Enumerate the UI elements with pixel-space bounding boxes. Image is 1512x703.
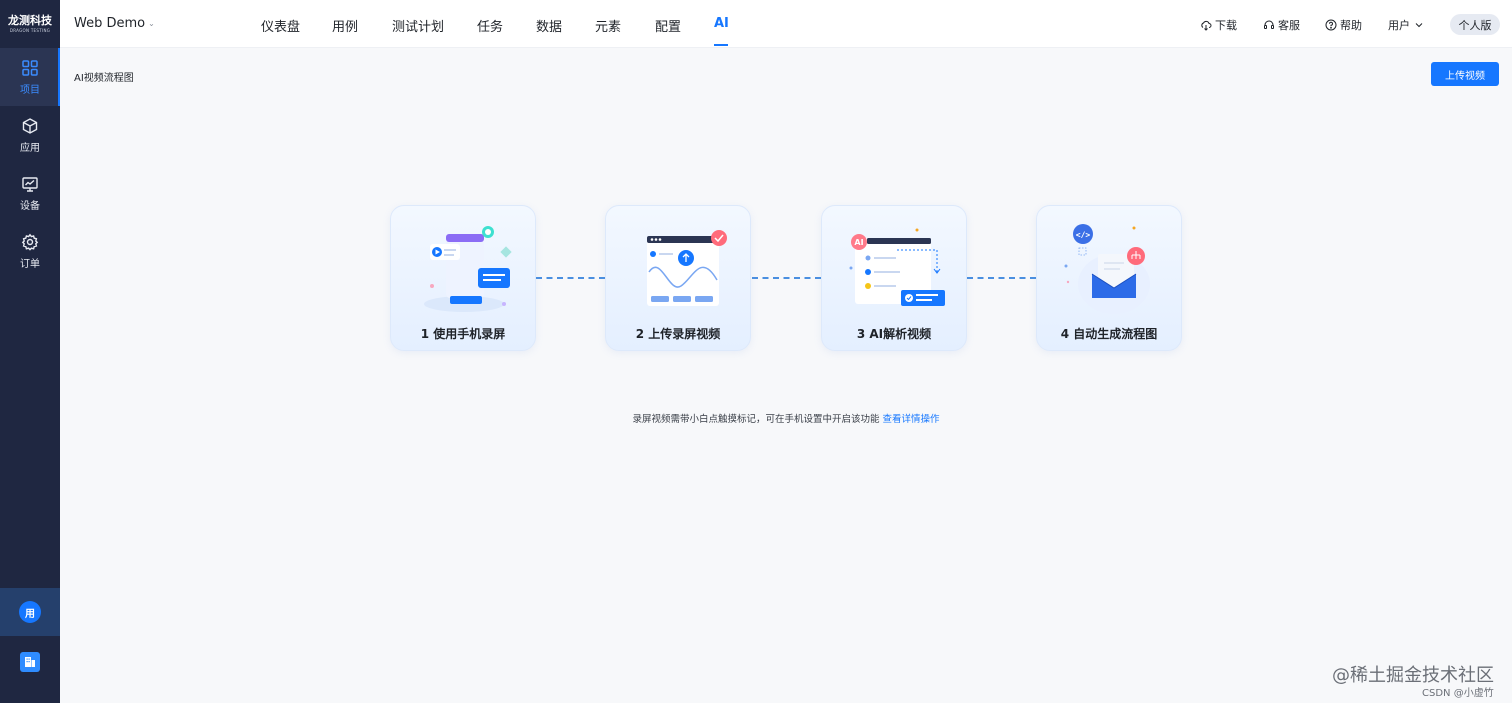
hint-text: 录屏视频需带小白点触摸标记，可在手机设置中开启该功能	[632, 414, 883, 425]
monitor-icon	[22, 176, 38, 192]
download-link[interactable]: 下载	[1200, 17, 1237, 33]
user-dropdown[interactable]: 用户	[1388, 17, 1425, 33]
sidebar: 龙测科技 DRAGON TESTING 项目 应用 设备 订单 用	[0, 0, 60, 703]
cube-icon	[22, 117, 38, 134]
svg-text:</>: </>	[1076, 231, 1091, 240]
sidebar-item-device[interactable]: 设备	[0, 164, 60, 222]
sidebar-item-label: 项目	[20, 84, 40, 96]
page-title: AI视频流程图	[74, 73, 134, 84]
flowchart-generation-illustration: </>	[1064, 224, 1150, 314]
help-label: 帮助	[1340, 19, 1362, 32]
project-name: Web Demo	[74, 16, 146, 31]
step-label: 1 使用手机录屏	[420, 327, 506, 341]
tab-test-plan[interactable]: 测试计划	[392, 16, 444, 35]
help-link[interactable]: 帮助	[1325, 17, 1362, 33]
gear-icon	[21, 233, 39, 251]
upload-video-illustration	[647, 230, 727, 306]
download-label: 下载	[1215, 19, 1237, 32]
step-label: 2 上传录屏视频	[635, 327, 721, 341]
step-label: 3 AI解析视频	[856, 327, 932, 341]
upload-video-button[interactable]: 上传视频	[1431, 62, 1499, 86]
tab-config[interactable]: 配置	[655, 16, 681, 35]
step-connector	[967, 277, 1036, 279]
active-tab-indicator	[714, 44, 728, 46]
step-card-analyze: AI 3 AI解析视频	[821, 205, 967, 351]
user-menu[interactable]: 用	[0, 588, 60, 636]
logo[interactable]: 龙测科技 DRAGON TESTING	[0, 0, 60, 48]
step-label: 4 自动生成流程图	[1060, 327, 1158, 341]
edition-badge[interactable]: 个人版	[1450, 14, 1500, 35]
sidebar-item-order[interactable]: 订单	[0, 222, 60, 280]
ai-analysis-illustration: AI	[849, 228, 945, 306]
tab-ai[interactable]: AI	[714, 16, 729, 31]
project-selector[interactable]: Web Demo ⌄	[74, 16, 155, 31]
step-connector	[752, 277, 821, 279]
headset-icon	[1264, 20, 1274, 29]
top-header: Web Demo ⌄ 仪表盘 用例 测试计划 任务 数据 元素 配置 AI 下载…	[60, 0, 1512, 48]
watermark-sub: CSDN @小虚竹	[1422, 688, 1494, 699]
sidebar-item-project[interactable]: 项目	[0, 48, 60, 106]
logo-text: 龙测科技	[8, 14, 52, 27]
tab-cases[interactable]: 用例	[332, 16, 358, 35]
sidebar-item-label: 应用	[20, 142, 40, 154]
sidebar-item-label: 订单	[20, 258, 40, 270]
tab-tasks[interactable]: 任务	[477, 16, 503, 35]
cloud-download-icon	[1201, 20, 1212, 31]
step-connector	[536, 277, 605, 279]
grid-icon	[22, 59, 38, 76]
user-label: 用户	[1388, 19, 1410, 32]
building-icon	[20, 652, 40, 672]
step-card-generate: </> 4 自动生成流程图	[1036, 205, 1182, 351]
service-label: 客服	[1278, 19, 1300, 32]
tab-data[interactable]: 数据	[536, 16, 562, 35]
tab-elements[interactable]: 元素	[595, 16, 621, 35]
view-details-link[interactable]: 查看详情操作	[883, 414, 940, 425]
svg-text:AI: AI	[854, 238, 863, 247]
tab-dashboard[interactable]: 仪表盘	[261, 16, 300, 35]
organization-button[interactable]	[0, 638, 60, 686]
step-card-upload: 2 上传录屏视频	[605, 205, 751, 351]
avatar: 用	[19, 601, 41, 623]
recording-hint: 录屏视频需带小白点触摸标记，可在手机设置中开启该功能 查看详情操作	[0, 411, 1512, 425]
help-icon	[1325, 19, 1337, 31]
service-link[interactable]: 客服	[1263, 17, 1300, 33]
logo-subtext: DRAGON TESTING	[9, 28, 51, 33]
step-card-record: 1 使用手机录屏	[390, 205, 536, 351]
phone-recording-illustration	[424, 226, 512, 312]
sidebar-item-app[interactable]: 应用	[0, 106, 60, 164]
chevron-down-icon: ⌄	[148, 19, 155, 28]
sidebar-item-label: 设备	[20, 200, 40, 212]
chevron-down-icon	[1415, 23, 1423, 28]
